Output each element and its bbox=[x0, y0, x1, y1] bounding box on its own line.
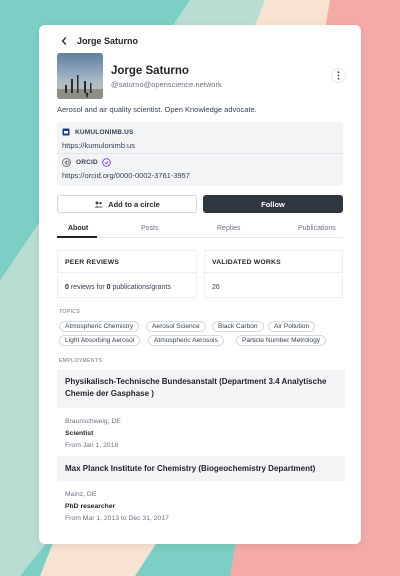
tab-posts[interactable]: Posts bbox=[141, 225, 159, 232]
orcid-icon bbox=[62, 157, 71, 167]
divider bbox=[205, 272, 342, 273]
verified-icon bbox=[102, 157, 111, 167]
employment-role: Scientist bbox=[65, 430, 94, 437]
link-website: KUMULONIMB.US https://kumulonimb.us bbox=[62, 126, 338, 154]
link-orcid: ORCID https://orcid.org/0000-0002-3761-3… bbox=[62, 156, 338, 184]
employment-dates: From Mar 1, 2013 to Dec 31, 2017 bbox=[65, 515, 169, 522]
topic-chip[interactable]: Atmospheric Aerosols bbox=[148, 335, 224, 346]
topic-chip[interactable]: Black Carbon bbox=[212, 321, 264, 332]
profile-header: Jorge Saturno @saturno@openscience.netwo… bbox=[57, 53, 222, 99]
link-name: ORCID bbox=[76, 158, 98, 166]
link-name: KUMULONIMB.US bbox=[75, 128, 134, 136]
employments-label: EMPLOYMENTS bbox=[59, 358, 103, 364]
tab-about[interactable]: About bbox=[68, 225, 88, 232]
divider bbox=[58, 272, 196, 273]
employment-location: Braunschweig, DE bbox=[65, 418, 121, 425]
top-bar: Jorge Saturno bbox=[57, 34, 138, 48]
link-url[interactable]: https://orcid.org/0000-0002-3761-3957 bbox=[62, 171, 338, 180]
profile-tabs: About Posts Replies Publications bbox=[57, 222, 343, 238]
profile-name: Jorge Saturno bbox=[111, 65, 189, 77]
peer-reviews-title: PEER REVIEWS bbox=[65, 259, 120, 266]
tab-replies[interactable]: Replies bbox=[217, 225, 240, 232]
employment-item: Physikalisch-Technische Bundesanstalt (D… bbox=[57, 370, 345, 449]
add-to-circle-button[interactable]: Add to a circle bbox=[57, 195, 197, 213]
employment-item: Max Planck Institute for Chemistry (Biog… bbox=[57, 456, 345, 522]
add-to-circle-label: Add to a circle bbox=[108, 199, 160, 209]
employment-org: Physikalisch-Technische Bundesanstalt (D… bbox=[57, 370, 345, 408]
employment-role: PhD researcher bbox=[65, 503, 116, 510]
topic-chip[interactable]: Light Absorbing Aerosol bbox=[59, 335, 141, 346]
topic-chip[interactable]: Air Pollution bbox=[268, 321, 316, 332]
topic-chip[interactable]: Particle Number Metrology bbox=[236, 335, 327, 346]
users-icon bbox=[94, 201, 103, 207]
profile-links: KUMULONIMB.US https://kumulonimb.us ORCI… bbox=[57, 122, 343, 186]
validated-works-count: 26 bbox=[212, 284, 220, 291]
more-options-button[interactable] bbox=[331, 68, 346, 83]
employment-location: Mainz, DE bbox=[65, 491, 97, 498]
chevron-left-icon bbox=[61, 37, 67, 45]
back-button[interactable] bbox=[57, 34, 71, 48]
tab-publications[interactable]: Publications bbox=[298, 225, 336, 232]
profile-handle: @saturno@openscience.network bbox=[111, 80, 222, 89]
follow-button[interactable]: Follow bbox=[203, 195, 343, 213]
employment-dates: From Jan 1, 2018 bbox=[65, 442, 119, 449]
topics-label: TOPICS bbox=[59, 309, 81, 315]
topic-chip[interactable]: Aerosol Science bbox=[146, 321, 206, 332]
avatar bbox=[57, 53, 103, 99]
website-icon bbox=[62, 128, 70, 136]
validated-works-card: VALIDATED WORKS 26 bbox=[204, 250, 343, 298]
page-title: Jorge Saturno bbox=[77, 36, 139, 46]
link-url[interactable]: https://kumulonimb.us bbox=[62, 141, 338, 150]
topic-chip[interactable]: Atmospheric Chemistry bbox=[59, 321, 140, 332]
peer-reviews-summary: 0 reviews for 0 publications/grants bbox=[65, 284, 171, 291]
divider bbox=[57, 153, 343, 154]
more-vertical-icon bbox=[337, 71, 340, 80]
profile-card: Jorge Saturno Jorge Saturno @saturno@ope… bbox=[39, 25, 361, 544]
employment-org: Max Planck Institute for Chemistry (Biog… bbox=[57, 456, 345, 481]
active-tab-indicator bbox=[57, 236, 97, 238]
validated-works-title: VALIDATED WORKS bbox=[212, 259, 281, 266]
profile-bio: Aerosol and air quality scientist. Open … bbox=[57, 105, 257, 114]
peer-reviews-card: PEER REVIEWS 0 reviews for 0 publication… bbox=[57, 250, 197, 298]
